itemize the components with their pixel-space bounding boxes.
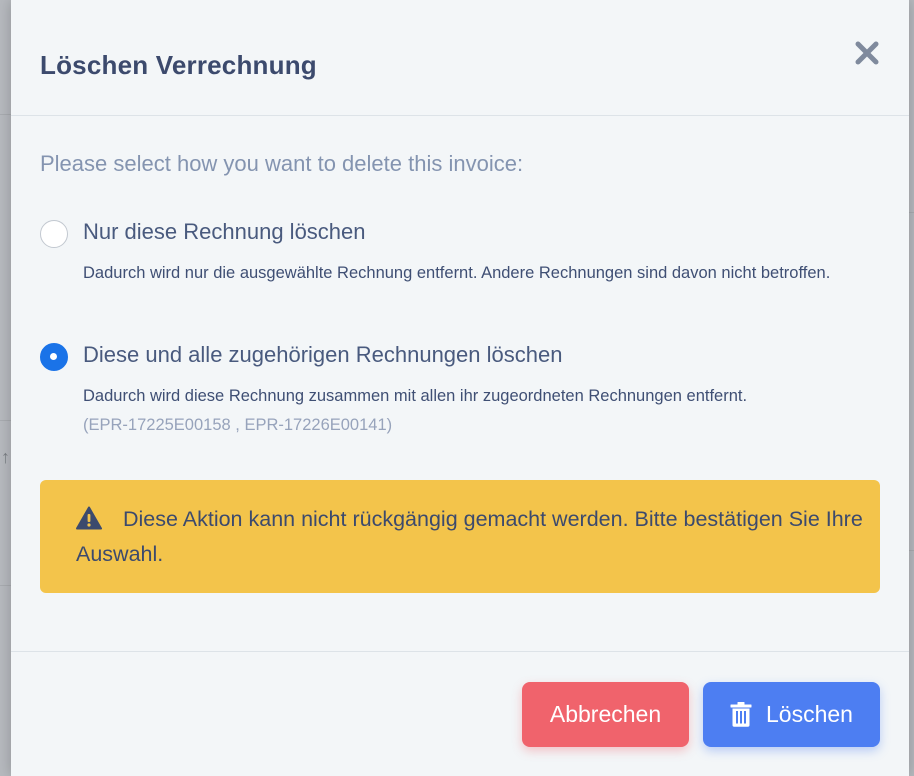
backdrop-divider — [909, 212, 914, 213]
trash-icon — [730, 702, 752, 727]
dialog-header: Löschen Verrechnung — [11, 0, 909, 116]
close-button[interactable] — [852, 38, 882, 68]
backdrop-divider — [0, 420, 11, 421]
option-label: Nur diese Rechnung löschen — [83, 219, 366, 244]
dialog-footer: Abbrechen Löschen — [11, 651, 909, 776]
backdrop-sort-arrow-icon: ↑ — [1, 447, 10, 467]
related-invoice-ids: (EPR-17225E00158 , EPR-17226E00141) — [83, 416, 393, 434]
delete-button[interactable]: Löschen — [703, 682, 880, 747]
backdrop-right — [909, 0, 914, 776]
delete-invoice-dialog: Löschen Verrechnung Please select how yo… — [11, 0, 909, 776]
warning-text: Diese Aktion kann nicht rückgängig gemac… — [76, 507, 863, 566]
cancel-button[interactable]: Abbrechen — [522, 682, 689, 747]
backdrop-divider — [0, 585, 11, 586]
radio-delete-all-related[interactable] — [40, 343, 68, 371]
close-icon — [855, 41, 879, 65]
backdrop-divider — [0, 114, 11, 115]
delete-button-label: Löschen — [766, 701, 853, 727]
dialog-title: Löschen Verrechnung — [40, 50, 317, 80]
backdrop-divider — [909, 550, 914, 551]
backdrop-left — [0, 0, 11, 776]
option-description: Dadurch wird nur die ausgewählte Rechnun… — [83, 264, 831, 282]
option-label: Diese und alle zugehörigen Rechnungen lö… — [83, 342, 563, 367]
option-description: Dadurch wird diese Rechnung zusammen mit… — [83, 387, 748, 405]
radio-delete-only-this[interactable] — [40, 220, 68, 248]
warning-alert: Diese Aktion kann nicht rückgängig gemac… — [40, 480, 880, 593]
cancel-button-label: Abbrechen — [549, 701, 662, 727]
delete-prompt: Please select how you want to delete thi… — [40, 151, 524, 176]
dialog-body: Please select how you want to delete thi… — [11, 116, 909, 651]
